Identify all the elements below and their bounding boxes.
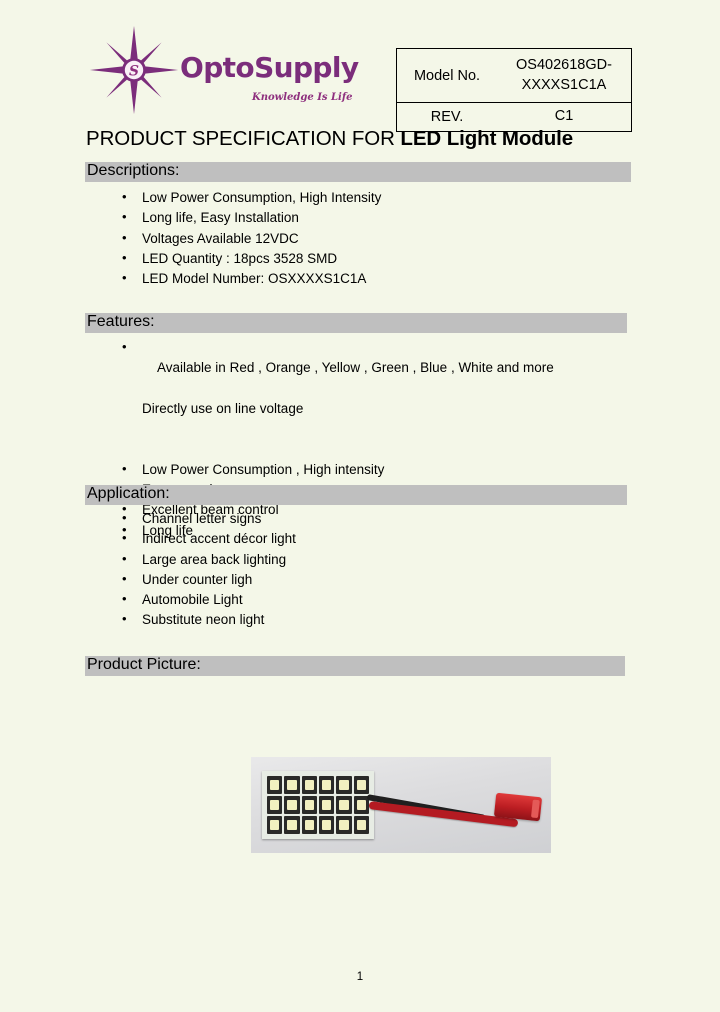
led-chip bbox=[318, 796, 335, 814]
model-number-row: Model No. OS402618GD- XXXXS1C1A bbox=[397, 49, 631, 103]
eight-point-star-logo: S bbox=[89, 25, 179, 115]
led-chip bbox=[301, 776, 317, 794]
model-number-value: OS402618GD- XXXXS1C1A bbox=[497, 49, 631, 102]
section-header-product-picture: Product Picture: bbox=[85, 656, 625, 676]
revision-row: REV. C1 bbox=[397, 103, 631, 130]
led-chip bbox=[284, 796, 300, 814]
led-chip bbox=[267, 776, 283, 794]
led-chip bbox=[336, 776, 352, 794]
led-chip bbox=[318, 776, 335, 794]
led-chip bbox=[301, 796, 317, 814]
list-item: Low Power Consumption, High Intensity bbox=[122, 187, 381, 208]
logo-tagline: Knowledge Is Life bbox=[252, 92, 353, 103]
model-number-label: Model No. bbox=[413, 67, 481, 84]
led-chip bbox=[284, 776, 300, 794]
led-module-photo bbox=[251, 757, 551, 853]
list-item: Under counter ligh bbox=[122, 569, 296, 590]
led-chip bbox=[318, 816, 335, 834]
led-chip bbox=[353, 776, 369, 794]
led-chip bbox=[336, 816, 352, 834]
page-number: 1 bbox=[356, 971, 364, 983]
application-list: Channel letter signs Indirect accent déc… bbox=[122, 508, 296, 631]
list-item: Indirect accent décor light bbox=[122, 528, 296, 549]
led-grid bbox=[267, 776, 369, 834]
company-logo: S OptoSupply Knowledge Is Life bbox=[88, 24, 368, 116]
model-number-line-1: OS402618GD- bbox=[516, 56, 612, 73]
list-item: Channel letter signs bbox=[122, 508, 296, 529]
document-header: S OptoSupply Knowledge Is Life Model No.… bbox=[0, 22, 720, 132]
list-item: Long life, Easy Installation bbox=[122, 207, 381, 228]
list-item: Low Power Consumption , High intensity bbox=[122, 459, 554, 480]
logo-wordmark: OptoSupply bbox=[180, 51, 359, 84]
section-header-features: Features: bbox=[85, 313, 627, 333]
list-item: Automobile Light bbox=[122, 589, 296, 610]
list-item: LED Quantity : 18pcs 3528 SMD bbox=[122, 248, 381, 269]
section-header-application: Application: bbox=[85, 485, 627, 505]
section-title-product-picture: Product Picture: bbox=[87, 656, 201, 673]
revision-value: C1 bbox=[554, 107, 574, 124]
model-info-table: Model No. OS402618GD- XXXXS1C1A REV. C1 bbox=[396, 48, 632, 132]
logo-monogram: S bbox=[129, 64, 139, 80]
page-title-regular: PRODUCT SPECIFICATION FOR bbox=[86, 127, 401, 150]
led-chip bbox=[336, 796, 352, 814]
descriptions-list: Low Power Consumption, High Intensity Lo… bbox=[122, 187, 381, 289]
page-footer: 1 bbox=[0, 971, 720, 983]
model-number-line-2: XXXXS1C1A bbox=[521, 76, 607, 93]
section-header-descriptions: Descriptions: bbox=[85, 162, 631, 182]
led-pcb-board bbox=[262, 771, 374, 839]
list-item: LED Model Number: OSXXXXS1C1A bbox=[122, 268, 381, 289]
page-title-bold: LED Light Module bbox=[400, 127, 574, 150]
list-item-continuation: Directly use on line voltage bbox=[142, 400, 304, 416]
led-chip bbox=[284, 816, 300, 834]
jst-connector bbox=[493, 792, 543, 822]
list-item: Available in Red , Orange , Yellow , Gre… bbox=[122, 337, 554, 460]
led-chip bbox=[267, 816, 283, 834]
list-item: Voltages Available 12VDC bbox=[122, 228, 381, 249]
page-title: PRODUCT SPECIFICATION FOR LED Light Modu… bbox=[86, 127, 573, 151]
list-item: Large area back lighting bbox=[122, 549, 296, 570]
section-title-features: Features: bbox=[87, 313, 155, 330]
list-item: Substitute neon light bbox=[122, 609, 296, 630]
section-title-application: Application: bbox=[87, 485, 170, 502]
list-item-text: Available in Red , Orange , Yellow , Gre… bbox=[157, 360, 554, 376]
led-chip bbox=[267, 796, 283, 814]
led-chip bbox=[301, 816, 317, 834]
section-title-descriptions: Descriptions: bbox=[87, 162, 180, 179]
led-chip bbox=[353, 816, 369, 834]
revision-label: REV. bbox=[430, 108, 464, 125]
